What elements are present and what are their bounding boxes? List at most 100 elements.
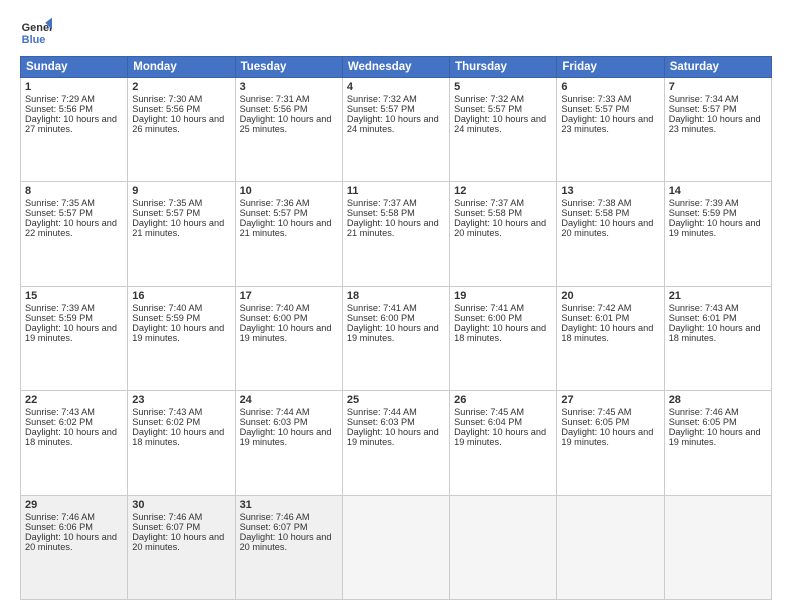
daylight-text: Daylight: 10 hours and 27 minutes. (25, 114, 117, 134)
sunset-text: Sunset: 6:06 PM (25, 522, 93, 532)
sunset-text: Sunset: 5:57 PM (347, 104, 415, 114)
calendar-cell: 10Sunrise: 7:36 AMSunset: 5:57 PMDayligh… (235, 182, 342, 286)
calendar-cell: 22Sunrise: 7:43 AMSunset: 6:02 PMDayligh… (21, 391, 128, 495)
week-row-1: 1Sunrise: 7:29 AMSunset: 5:56 PMDaylight… (21, 78, 772, 182)
calendar-cell: 19Sunrise: 7:41 AMSunset: 6:00 PMDayligh… (450, 286, 557, 390)
daylight-text: Daylight: 10 hours and 20 minutes. (454, 218, 546, 238)
sunrise-text: Sunrise: 7:39 AM (669, 198, 739, 208)
sunrise-text: Sunrise: 7:43 AM (132, 407, 202, 417)
logo: General Blue (20, 16, 52, 48)
daylight-text: Daylight: 10 hours and 20 minutes. (25, 532, 117, 552)
calendar-cell: 12Sunrise: 7:37 AMSunset: 5:58 PMDayligh… (450, 182, 557, 286)
day-number: 24 (240, 394, 338, 406)
sunrise-text: Sunrise: 7:41 AM (454, 303, 524, 313)
header: General Blue (20, 16, 772, 48)
calendar-cell: 13Sunrise: 7:38 AMSunset: 5:58 PMDayligh… (557, 182, 664, 286)
day-number: 7 (669, 81, 767, 93)
day-number: 13 (561, 185, 659, 197)
sunset-text: Sunset: 6:07 PM (240, 522, 308, 532)
calendar-cell: 16Sunrise: 7:40 AMSunset: 5:59 PMDayligh… (128, 286, 235, 390)
calendar-cell: 18Sunrise: 7:41 AMSunset: 6:00 PMDayligh… (342, 286, 449, 390)
day-number: 4 (347, 81, 445, 93)
day-number: 15 (25, 290, 123, 302)
day-number: 17 (240, 290, 338, 302)
sunset-text: Sunset: 5:57 PM (561, 104, 629, 114)
day-number: 30 (132, 499, 230, 511)
sunrise-text: Sunrise: 7:32 AM (454, 94, 524, 104)
day-number: 11 (347, 185, 445, 197)
day-number: 12 (454, 185, 552, 197)
sunrise-text: Sunrise: 7:46 AM (669, 407, 739, 417)
daylight-text: Daylight: 10 hours and 19 minutes. (669, 427, 761, 447)
day-number: 22 (25, 394, 123, 406)
sunset-text: Sunset: 6:01 PM (561, 313, 629, 323)
calendar-cell: 7Sunrise: 7:34 AMSunset: 5:57 PMDaylight… (664, 78, 771, 182)
calendar-cell: 6Sunrise: 7:33 AMSunset: 5:57 PMDaylight… (557, 78, 664, 182)
week-row-4: 22Sunrise: 7:43 AMSunset: 6:02 PMDayligh… (21, 391, 772, 495)
sunrise-text: Sunrise: 7:29 AM (25, 94, 95, 104)
sunrise-text: Sunrise: 7:36 AM (240, 198, 310, 208)
sunset-text: Sunset: 6:02 PM (132, 417, 200, 427)
sunrise-text: Sunrise: 7:40 AM (132, 303, 202, 313)
calendar-cell: 26Sunrise: 7:45 AMSunset: 6:04 PMDayligh… (450, 391, 557, 495)
sunrise-text: Sunrise: 7:35 AM (132, 198, 202, 208)
daylight-text: Daylight: 10 hours and 18 minutes. (669, 323, 761, 343)
sunrise-text: Sunrise: 7:45 AM (561, 407, 631, 417)
sunrise-text: Sunrise: 7:40 AM (240, 303, 310, 313)
sunset-text: Sunset: 5:56 PM (25, 104, 93, 114)
calendar-cell (557, 495, 664, 599)
day-number: 16 (132, 290, 230, 302)
sunrise-text: Sunrise: 7:30 AM (132, 94, 202, 104)
daylight-text: Daylight: 10 hours and 19 minutes. (669, 218, 761, 238)
sunrise-text: Sunrise: 7:38 AM (561, 198, 631, 208)
sunset-text: Sunset: 5:57 PM (454, 104, 522, 114)
day-number: 23 (132, 394, 230, 406)
calendar-cell: 5Sunrise: 7:32 AMSunset: 5:57 PMDaylight… (450, 78, 557, 182)
calendar-cell: 31Sunrise: 7:46 AMSunset: 6:07 PMDayligh… (235, 495, 342, 599)
sunrise-text: Sunrise: 7:46 AM (25, 512, 95, 522)
day-number: 14 (669, 185, 767, 197)
sunset-text: Sunset: 5:58 PM (454, 208, 522, 218)
daylight-text: Daylight: 10 hours and 24 minutes. (454, 114, 546, 134)
daylight-text: Daylight: 10 hours and 19 minutes. (132, 323, 224, 343)
sunset-text: Sunset: 6:00 PM (454, 313, 522, 323)
calendar-cell: 14Sunrise: 7:39 AMSunset: 5:59 PMDayligh… (664, 182, 771, 286)
calendar-cell: 29Sunrise: 7:46 AMSunset: 6:06 PMDayligh… (21, 495, 128, 599)
sunrise-text: Sunrise: 7:44 AM (240, 407, 310, 417)
sunrise-text: Sunrise: 7:31 AM (240, 94, 310, 104)
daylight-text: Daylight: 10 hours and 19 minutes. (454, 427, 546, 447)
daylight-text: Daylight: 10 hours and 19 minutes. (240, 427, 332, 447)
day-number: 27 (561, 394, 659, 406)
calendar-cell: 24Sunrise: 7:44 AMSunset: 6:03 PMDayligh… (235, 391, 342, 495)
day-number: 20 (561, 290, 659, 302)
sunset-text: Sunset: 6:04 PM (454, 417, 522, 427)
day-number: 31 (240, 499, 338, 511)
day-number: 29 (25, 499, 123, 511)
sunrise-text: Sunrise: 7:35 AM (25, 198, 95, 208)
sunset-text: Sunset: 6:01 PM (669, 313, 737, 323)
sunrise-text: Sunrise: 7:41 AM (347, 303, 417, 313)
calendar-cell: 21Sunrise: 7:43 AMSunset: 6:01 PMDayligh… (664, 286, 771, 390)
day-number: 2 (132, 81, 230, 93)
calendar-cell: 9Sunrise: 7:35 AMSunset: 5:57 PMDaylight… (128, 182, 235, 286)
calendar-cell (342, 495, 449, 599)
daylight-text: Daylight: 10 hours and 25 minutes. (240, 114, 332, 134)
day-number: 26 (454, 394, 552, 406)
sunset-text: Sunset: 5:57 PM (132, 208, 200, 218)
calendar-cell: 1Sunrise: 7:29 AMSunset: 5:56 PMDaylight… (21, 78, 128, 182)
daylight-text: Daylight: 10 hours and 19 minutes. (240, 323, 332, 343)
dow-header-friday: Friday (557, 57, 664, 78)
sunrise-text: Sunrise: 7:39 AM (25, 303, 95, 313)
sunrise-text: Sunrise: 7:37 AM (347, 198, 417, 208)
week-row-5: 29Sunrise: 7:46 AMSunset: 6:06 PMDayligh… (21, 495, 772, 599)
sunset-text: Sunset: 6:05 PM (561, 417, 629, 427)
sunset-text: Sunset: 5:57 PM (25, 208, 93, 218)
day-number: 1 (25, 81, 123, 93)
sunrise-text: Sunrise: 7:43 AM (25, 407, 95, 417)
daylight-text: Daylight: 10 hours and 22 minutes. (25, 218, 117, 238)
generalblue-logo-icon: General Blue (20, 16, 52, 48)
sunset-text: Sunset: 5:56 PM (240, 104, 308, 114)
daylight-text: Daylight: 10 hours and 18 minutes. (454, 323, 546, 343)
day-number: 21 (669, 290, 767, 302)
calendar-cell: 23Sunrise: 7:43 AMSunset: 6:02 PMDayligh… (128, 391, 235, 495)
